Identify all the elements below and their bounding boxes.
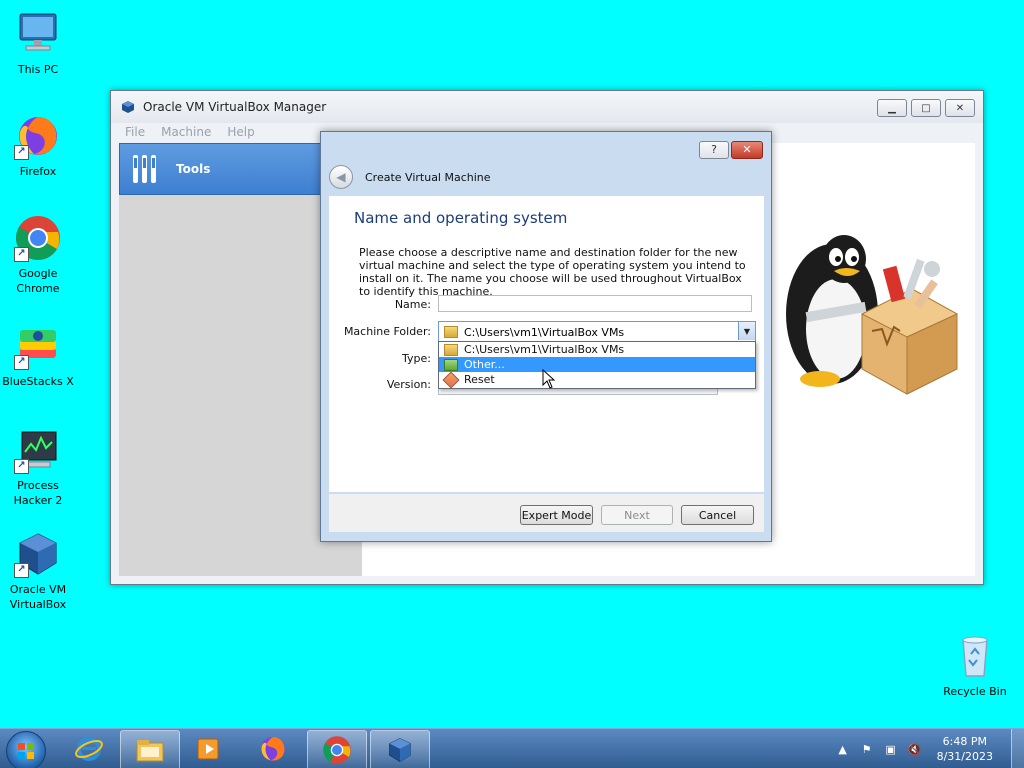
name-input[interactable] xyxy=(438,295,752,312)
show-hidden-icons-icon[interactable]: ▲ xyxy=(835,741,851,757)
desktop-icon-virtualbox[interactable]: ↗ Oracle VM VirtualBox xyxy=(0,530,76,612)
version-label: Version: xyxy=(386,378,431,391)
taskbar-file-explorer[interactable] xyxy=(120,730,180,768)
title-bar[interactable]: Oracle VM VirtualBox Manager xyxy=(111,91,983,123)
dialog-title: Create Virtual Machine xyxy=(365,170,491,184)
internet-explorer-icon xyxy=(75,737,103,761)
folder-open-icon xyxy=(444,358,458,371)
shortcut-arrow-icon: ↗ xyxy=(14,563,29,578)
dropdown-item-label: Reset xyxy=(464,373,495,386)
help-button[interactable]: ? xyxy=(699,141,729,159)
folder-icon xyxy=(444,326,458,338)
chevron-down-icon[interactable]: ▼ xyxy=(738,322,755,340)
machine-folder-combo[interactable]: C:\Users\vm1\VirtualBox VMs ▼ xyxy=(438,321,756,343)
dropdown-item-folder[interactable]: C:\Users\vm1\VirtualBox VMs xyxy=(439,342,755,357)
menu-help[interactable]: Help xyxy=(227,125,254,139)
system-tray: ▲ ⚑ ▣ 🔇 6:48 PM 8/31/2023 xyxy=(831,729,1024,768)
desktop-icon-chrome[interactable]: ↗ Google Chrome xyxy=(0,214,76,296)
dialog-controls: ? ✕ xyxy=(699,141,763,159)
desktop-icon-this-pc[interactable]: This PC xyxy=(0,10,76,77)
name-label: Name: xyxy=(394,298,431,311)
taskbar-internet-explorer[interactable] xyxy=(60,730,118,768)
clock-time: 6:48 PM xyxy=(942,735,987,748)
recycle-bin-icon xyxy=(951,632,999,680)
tools-label: Tools xyxy=(176,162,211,176)
next-button[interactable]: Next xyxy=(601,505,673,525)
dropdown-item-label: Other... xyxy=(464,358,505,371)
shortcut-arrow-icon: ↗ xyxy=(14,247,29,262)
taskbar-chrome[interactable] xyxy=(307,730,367,768)
taskbar-virtualbox[interactable] xyxy=(370,730,430,768)
machine-folder-dropdown: C:\Users\vm1\VirtualBox VMs Other... Res… xyxy=(438,341,756,389)
firefox-icon: ↗ xyxy=(14,112,62,160)
back-button[interactable]: ◀ xyxy=(329,165,353,189)
shortcut-arrow-icon: ↗ xyxy=(14,145,29,160)
dropdown-item-reset[interactable]: Reset xyxy=(439,371,755,388)
machine-folder-value: C:\Users\vm1\VirtualBox VMs xyxy=(464,325,625,339)
expert-mode-button[interactable]: Expert Mode xyxy=(520,505,593,525)
machine-folder-label: Machine Folder: xyxy=(343,325,431,338)
taskbar-media-player[interactable] xyxy=(180,730,238,768)
chrome-icon: ↗ xyxy=(14,214,62,262)
type-label: Type: xyxy=(402,352,431,365)
clock-date: 8/31/2023 xyxy=(936,750,993,763)
desktop-icon-firefox[interactable]: ↗ Firefox xyxy=(0,112,76,179)
menu-machine[interactable]: Machine xyxy=(161,125,211,139)
mouse-cursor-icon xyxy=(542,369,556,389)
page-description: Please choose a descriptive name and des… xyxy=(359,246,746,298)
shortcut-arrow-icon: ↗ xyxy=(14,355,29,370)
menu-file[interactable]: File xyxy=(125,125,145,139)
show-desktop-button[interactable] xyxy=(1011,729,1024,768)
firefox-icon xyxy=(261,737,285,761)
folder-icon xyxy=(136,740,164,762)
page-heading: Name and operating system xyxy=(354,209,568,227)
cancel-button[interactable]: Cancel xyxy=(681,505,754,525)
desktop-icon-label: BlueStacks X xyxy=(2,375,74,388)
windows-logo-icon xyxy=(18,743,34,759)
back-arrow-icon: ◀ xyxy=(336,170,346,184)
virtualbox-icon xyxy=(122,101,134,113)
dropdown-item-label: C:\Users\vm1\VirtualBox VMs xyxy=(464,343,625,356)
process-hacker-icon: ↗ xyxy=(14,426,62,474)
network-icon[interactable]: ▣ xyxy=(883,741,899,757)
desktop-icon-label: Oracle VM VirtualBox xyxy=(9,583,67,611)
desktop-icon-label: Process Hacker 2 xyxy=(13,479,63,507)
eraser-icon xyxy=(442,371,460,388)
desktop-icon-label: Google Chrome xyxy=(16,267,60,295)
minimize-button[interactable]: ▁ xyxy=(877,99,907,117)
desktop-icon-recycle-bin[interactable]: Recycle Bin xyxy=(937,632,1013,699)
computer-icon xyxy=(14,10,62,58)
clock[interactable]: 6:48 PM 8/31/2023 xyxy=(937,734,993,764)
desktop-icon-process-hacker[interactable]: ↗ Process Hacker 2 xyxy=(0,426,76,508)
taskbar-firefox[interactable] xyxy=(244,730,302,768)
start-button[interactable] xyxy=(6,731,46,768)
window-controls: ▁ □ ✕ xyxy=(877,99,975,117)
desktop-icon-label: Firefox xyxy=(19,165,57,178)
volume-muted-icon[interactable]: 🔇 xyxy=(907,741,923,757)
virtualbox-icon xyxy=(389,738,411,763)
dialog-close-button[interactable]: ✕ xyxy=(731,141,763,159)
close-button[interactable]: ✕ xyxy=(945,99,975,117)
shortcut-arrow-icon: ↗ xyxy=(14,459,29,474)
wizard-page: Name and operating system Please choose … xyxy=(329,196,764,492)
maximize-button[interactable]: □ xyxy=(911,99,941,117)
folder-icon xyxy=(444,343,458,356)
desktop-icon-label: This PC xyxy=(17,63,59,76)
dialog-header: ◀ Create Virtual Machine xyxy=(329,160,761,194)
window-title: Oracle VM VirtualBox Manager xyxy=(143,100,327,114)
action-center-icon[interactable]: ⚑ xyxy=(859,741,875,757)
media-player-icon xyxy=(197,738,219,760)
taskbar: ▲ ⚑ ▣ 🔇 6:48 PM 8/31/2023 xyxy=(0,728,1024,768)
create-vm-dialog: ? ✕ ◀ Create Virtual Machine Name and op… xyxy=(320,131,772,542)
chrome-icon xyxy=(323,736,351,764)
dialog-footer: Expert Mode Next Cancel xyxy=(329,494,764,532)
dropdown-item-other[interactable]: Other... xyxy=(439,357,755,372)
bluestacks-icon: ↗ xyxy=(14,322,62,370)
desktop-icon-bluestacks[interactable]: ↗ BlueStacks X xyxy=(0,322,76,389)
desktop-icon-label: Recycle Bin xyxy=(943,685,1007,698)
tux-toolbox-illustration xyxy=(786,235,959,395)
virtualbox-icon: ↗ xyxy=(14,530,62,578)
tools-icon xyxy=(133,155,156,183)
